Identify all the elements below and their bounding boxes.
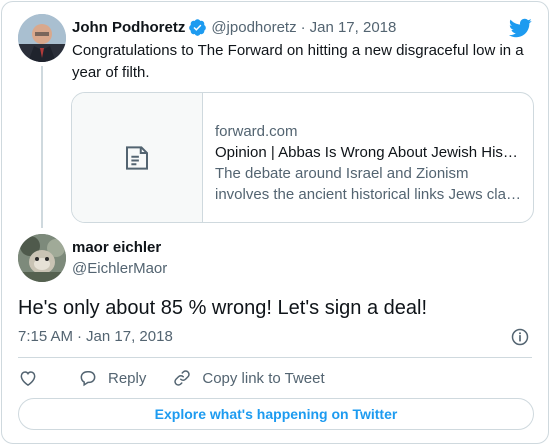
author-handle[interactable]: @jpodhoretz: [211, 19, 296, 36]
link-icon: [174, 370, 191, 386]
tweet-embed-card: John Podhoretz @jpodhoretz · Jan 17, 201…: [1, 1, 549, 444]
quoted-tweet-header: John Podhoretz @jpodhoretz · Jan 17, 201…: [72, 16, 396, 38]
link-domain: forward.com: [215, 123, 298, 140]
author-handle[interactable]: @EichlerMaor: [72, 260, 167, 277]
separator-dot: ·: [300, 18, 306, 36]
reply-icon: [80, 371, 96, 387]
link-description-line-1: The debate around Israel and Zionism: [215, 165, 469, 182]
explore-twitter-button[interactable]: Explore what's happening on Twitter: [18, 398, 534, 430]
link-description-line-2: involves the ancient historical links Je…: [215, 186, 521, 203]
heart-icon: [20, 371, 36, 386]
verified-badge-icon: [189, 18, 207, 36]
twitter-bird-icon[interactable]: [508, 16, 532, 40]
tweet-date[interactable]: Jan 17, 2018: [86, 328, 173, 345]
copy-link-button[interactable]: Copy link to Tweet: [172, 368, 325, 388]
document-icon: [126, 145, 148, 170]
link-preview-card[interactable]: forward.com Opinion | Abbas Is Wrong Abo…: [71, 92, 534, 223]
reply-label: Reply: [108, 369, 147, 387]
separator-dot: ·: [77, 328, 83, 345]
tweet-date-link[interactable]: Jan 17, 2018: [310, 19, 397, 36]
tweet-timestamp[interactable]: 7:15 AM · Jan 17, 2018: [18, 328, 173, 345]
tweet-actions: Reply Copy link to Tweet: [18, 366, 351, 390]
tweet-text: He's only about 85 % wrong! Let's sign a…: [18, 297, 427, 319]
author-name[interactable]: John Podhoretz: [72, 19, 185, 36]
link-thumbnail: [72, 93, 203, 222]
avatar[interactable]: [18, 234, 66, 282]
info-icon[interactable]: [510, 327, 530, 347]
reply-button[interactable]: Reply: [78, 368, 146, 388]
thread-line: [41, 66, 43, 228]
link-title: Opinion | Abbas Is Wrong About Jewish Hi…: [215, 144, 518, 161]
quoted-tweet-text: Congratulations to The Forward on hittin…: [72, 42, 524, 81]
link-preview-body: forward.com Opinion | Abbas Is Wrong Abo…: [203, 93, 533, 222]
author-name[interactable]: maor eichler: [72, 239, 161, 256]
tweet-time[interactable]: 7:15 AM: [18, 328, 73, 345]
avatar[interactable]: [18, 14, 66, 62]
copy-link-label: Copy link to Tweet: [202, 369, 325, 387]
like-button[interactable]: [18, 368, 48, 388]
divider: [18, 357, 532, 358]
